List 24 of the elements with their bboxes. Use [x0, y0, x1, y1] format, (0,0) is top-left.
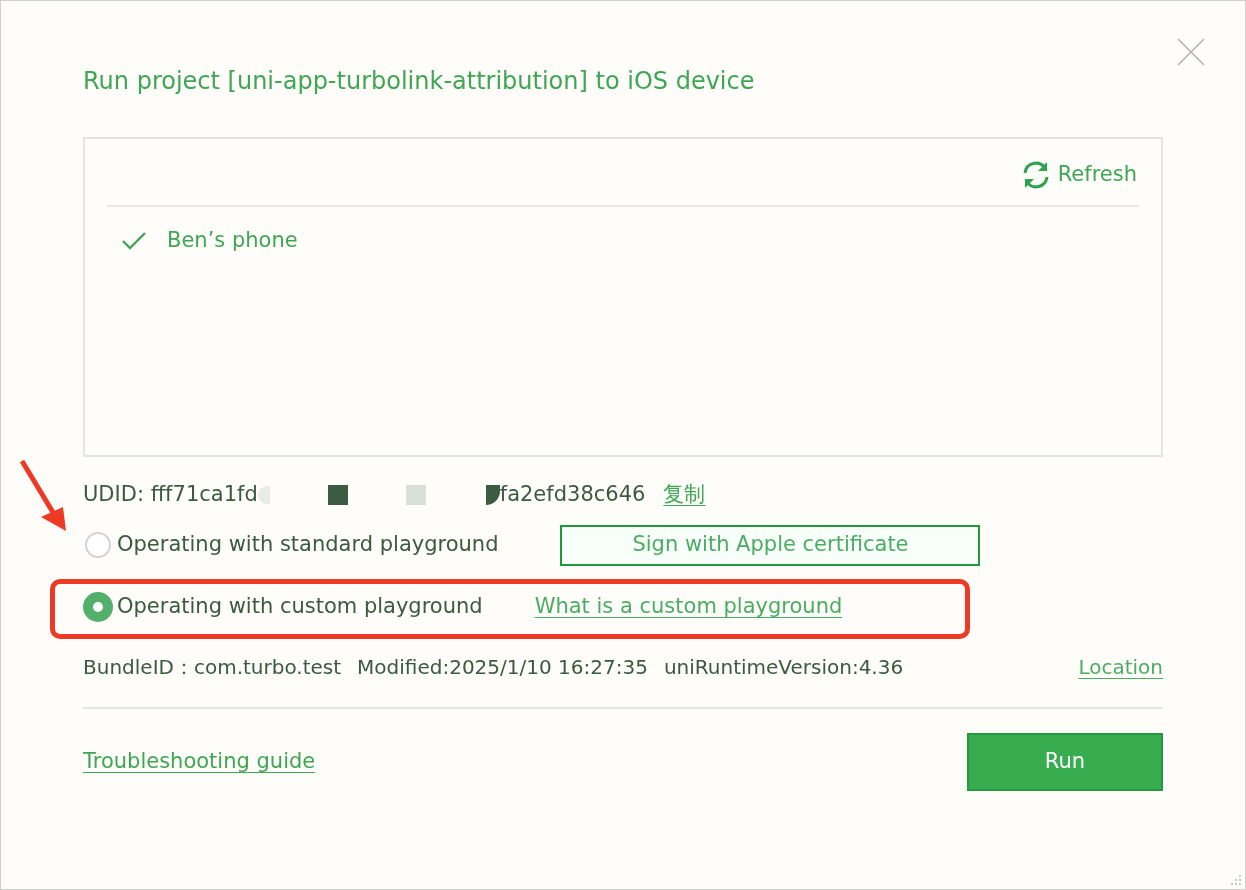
info-text: uniRuntimeVersion:4.36: [663, 654, 904, 681]
sign-certificate-button[interactable]: Sign with Apple certificate: [560, 524, 981, 566]
close-icon[interactable]: [1177, 38, 1205, 66]
check-icon: [121, 231, 147, 251]
device-item[interactable]: Ben’s phone: [107, 225, 1139, 257]
dialog-title: Run project [uni-app-turbolink-attribution] to iOS device: [83, 66, 756, 97]
udid-text: fa2efd38c646: [499, 481, 646, 509]
redaction-mark: [405, 485, 426, 505]
radio-label: Operating with standard playground: [117, 531, 499, 559]
redaction-mark: [327, 485, 348, 505]
redaction-mark: [485, 485, 500, 505]
udid-text: UDID: fff71ca1fd: [83, 481, 258, 509]
resize-grip-icon: [1230, 874, 1242, 886]
copy-link[interactable]: 复制: [663, 479, 706, 511]
info-text: BundleID：com.turbo.test: [83, 654, 342, 681]
info-text: Modified:2025/1/10 16:27:35: [357, 654, 648, 681]
refresh-button[interactable]: Refresh: [1019, 159, 1137, 191]
troubleshooting-link[interactable]: Troubleshooting guide: [83, 746, 316, 778]
location-link[interactable]: Location: [1078, 652, 1163, 682]
run-button[interactable]: Run: [967, 733, 1163, 791]
help-link[interactable]: What is a custom playground: [534, 591, 843, 623]
radio-label: Operating with custom playground: [117, 593, 483, 621]
radio-button[interactable]: [83, 592, 113, 622]
radio-button[interactable]: [85, 532, 111, 558]
